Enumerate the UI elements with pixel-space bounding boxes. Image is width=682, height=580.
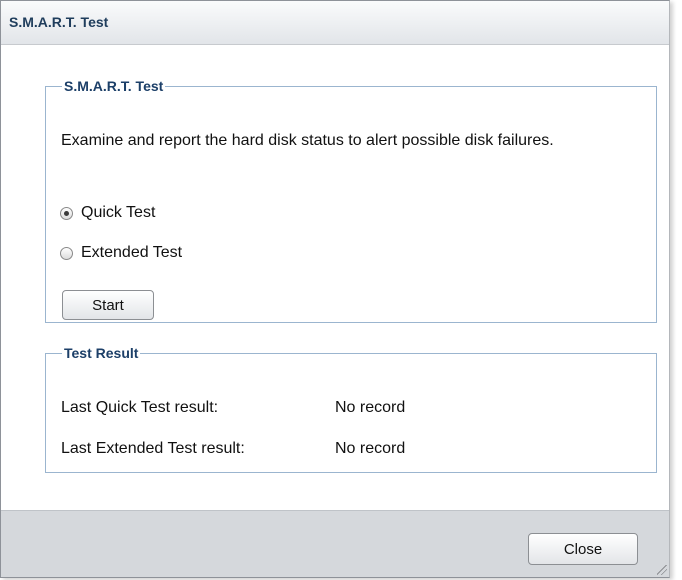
quick-test-label[interactable]: Quick Test: [81, 204, 155, 222]
quick-result-label: Last Quick Test result:: [61, 399, 219, 416]
dialog-title: S.M.A.R.T. Test: [9, 14, 109, 30]
smart-test-legend: S.M.A.R.T. Test: [64, 78, 164, 94]
test-result-legend: Test Result: [64, 345, 139, 361]
close-button[interactable]: Close: [528, 533, 638, 565]
extended-test-option[interactable]: Extended Test: [60, 242, 182, 264]
resize-grip-icon[interactable]: [657, 565, 667, 575]
test-result-fieldset: Test Result Last Quick Test result: No r…: [45, 345, 657, 473]
smart-test-description: Examine and report the hard disk status …: [61, 132, 554, 149]
extended-test-radio[interactable]: [60, 246, 73, 260]
smart-test-fieldset: S.M.A.R.T. Test Examine and report the h…: [45, 78, 657, 323]
quick-test-option[interactable]: Quick Test: [60, 202, 155, 224]
quick-test-radio[interactable]: [60, 206, 73, 220]
dialog-footer: Close: [1, 510, 669, 577]
extended-test-label[interactable]: Extended Test: [81, 244, 182, 262]
dialog-titlebar[interactable]: S.M.A.R.T. Test: [1, 1, 669, 45]
extended-result-value: No record: [335, 440, 406, 457]
start-button[interactable]: Start: [62, 290, 154, 320]
extended-result-label: Last Extended Test result:: [61, 440, 245, 457]
smart-test-dialog: S.M.A.R.T. Test S.M.A.R.T. Test Examine …: [0, 0, 670, 578]
quick-result-value: No record: [335, 399, 406, 416]
